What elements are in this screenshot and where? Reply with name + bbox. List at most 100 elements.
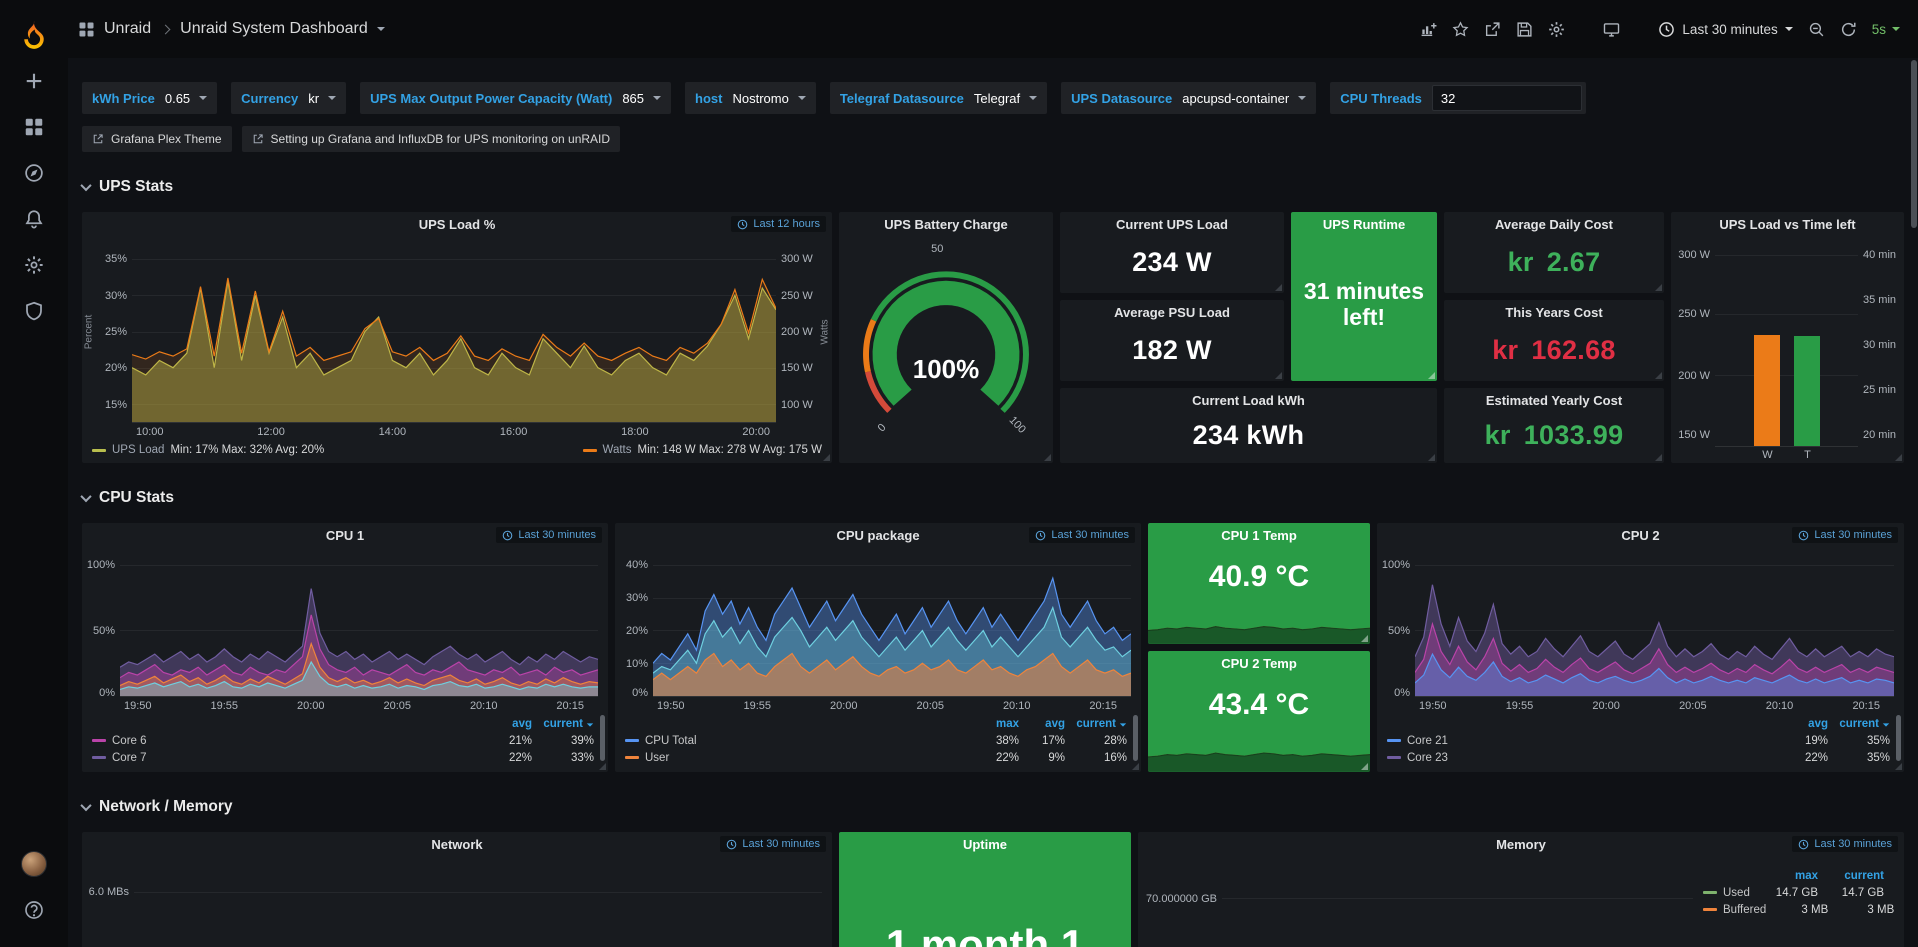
memory-chart[interactable] (1222, 861, 1693, 947)
caret-down-icon (1883, 723, 1889, 726)
user-avatar (21, 851, 47, 877)
template-variables-row: kWh Price 0.65 Currency kr UPS Max Outpu… (82, 82, 1904, 114)
refresh-button[interactable] (1840, 21, 1857, 38)
variable-dropdown[interactable]: kr (298, 82, 346, 114)
navbar-actions: Last 30 minutes 5s (1420, 21, 1900, 38)
caret-down-icon (798, 96, 806, 100)
ups-load-chart[interactable] (132, 241, 776, 423)
refresh-interval-picker[interactable]: 5s (1872, 22, 1900, 37)
sidebar-item-dashboards[interactable] (0, 104, 68, 150)
link-ups-monitoring-guide[interactable]: Setting up Grafana and InfluxDB for UPS … (242, 126, 621, 152)
chevron-down-icon (80, 800, 91, 811)
sidebar-item-profile[interactable] (0, 841, 68, 887)
legend-series-toggle[interactable]: Core 23 (1387, 752, 1776, 764)
page-scrollbar[interactable] (1911, 60, 1917, 940)
variable-label: kWh Price (92, 91, 155, 106)
share-button[interactable] (1484, 21, 1501, 38)
variable-dropdown[interactable]: apcupsd-container (1172, 82, 1316, 114)
legend-series-toggle[interactable]: Core 21 (1387, 735, 1776, 747)
sidebar-item-create[interactable] (0, 58, 68, 104)
dashboard-settings-button[interactable] (1548, 21, 1565, 38)
legend-scrollbar[interactable] (1896, 715, 1901, 761)
help-icon (24, 900, 44, 920)
legend-col-avg[interactable]: avg (1019, 718, 1065, 730)
legend-series-toggle[interactable]: CPU Total (625, 735, 969, 747)
legend-scrollbar[interactable] (1133, 715, 1138, 761)
panel-average-daily-cost: Average Daily Cost kr2.67 (1444, 212, 1664, 293)
network-chart[interactable] (134, 861, 822, 947)
legend-col-current[interactable]: current (1818, 870, 1884, 882)
legend-item-ups-load[interactable]: UPS Load Min: 17% Max: 32% Avg: 20% (92, 444, 324, 456)
sidebar-item-help[interactable] (0, 887, 68, 933)
y-axis-ticks-left: 100% 50% 0% (82, 552, 120, 697)
section-header-ups-stats[interactable]: UPS Stats (82, 174, 1904, 200)
legend-row: CPU Total 38% 17% 28% (625, 732, 1127, 749)
variable-dropdown[interactable]: 865 (612, 82, 671, 114)
variable-currency: Currency kr (231, 82, 346, 114)
navbar: Unraid Unraid System Dashboard (68, 0, 1918, 58)
star-button[interactable] (1452, 21, 1469, 38)
grafana-logo[interactable] (0, 10, 68, 58)
ups-bars-chart[interactable] (1715, 243, 1858, 447)
gear-icon (24, 255, 44, 275)
legend-col-current[interactable]: current (1065, 718, 1127, 730)
legend-col-max[interactable]: max (969, 718, 1019, 730)
variable-host: host Nostromo (685, 82, 816, 114)
legend-series-toggle[interactable]: User (625, 752, 969, 764)
link-grafana-plex-theme[interactable]: Grafana Plex Theme (82, 126, 232, 152)
legend-scrollbar[interactable] (600, 715, 605, 761)
zoom-out-button[interactable] (1808, 21, 1825, 38)
panel-current-ups-load: Current UPS Load 234 W (1060, 212, 1284, 293)
legend-series-toggle[interactable]: Used (1703, 887, 1756, 899)
legend-series-toggle[interactable]: Buffered (1703, 904, 1766, 916)
cpu2-chart[interactable] (1415, 552, 1894, 697)
stat-value: 234 kWh (1060, 413, 1437, 463)
caret-down-icon (1892, 27, 1900, 31)
variable-text-input[interactable] (1432, 85, 1582, 111)
section-header-cpu-stats[interactable]: CPU Stats (82, 485, 1904, 511)
variable-dropdown[interactable]: 0.65 (155, 82, 217, 114)
legend-col-current[interactable]: current (532, 718, 594, 730)
y-axis-title-right: Watts (818, 241, 832, 423)
sidebar-item-explore[interactable] (0, 150, 68, 196)
legend-series-toggle[interactable]: Core 6 (92, 735, 480, 747)
scrollbar-thumb[interactable] (1911, 60, 1917, 228)
section-header-network-memory[interactable]: Network / Memory (82, 794, 1904, 820)
sidebar-item-alerting[interactable] (0, 196, 68, 242)
dashboard-title[interactable]: Unraid System Dashboard (180, 20, 368, 38)
battery-gauge[interactable]: 100% 0 50 100 (853, 237, 1039, 453)
add-panel-button[interactable] (1420, 21, 1437, 38)
monitor-icon (1603, 21, 1620, 38)
variable-telegraf-datasource: Telegraf Datasource Telegraf (830, 82, 1047, 114)
legend-col-current[interactable]: current (1828, 718, 1890, 730)
panel-memory: Memory Last 30 minutes 70.000000 GB 60.0… (1138, 832, 1904, 947)
time-range-picker[interactable]: Last 30 minutes (1658, 21, 1792, 38)
legend-item-watts[interactable]: Watts Min: 148 W Max: 278 W Avg: 175 W (583, 444, 822, 456)
breadcrumb-folder[interactable]: Unraid (104, 20, 151, 38)
caret-down-icon (1785, 27, 1793, 31)
panel-ups-battery-charge: UPS Battery Charge 100% 0 50 100 (839, 212, 1053, 463)
stat-value: kr162.68 (1444, 325, 1664, 381)
save-dashboard-button[interactable] (1516, 21, 1533, 38)
legend-col-avg[interactable]: avg (480, 718, 532, 730)
clock-icon (1658, 21, 1675, 38)
legend-col-avg[interactable]: avg (1776, 718, 1828, 730)
variable-dropdown[interactable]: Telegraf (964, 82, 1047, 114)
cpu-package-chart[interactable] (653, 552, 1131, 697)
legend-series-toggle[interactable]: Core 7 (92, 752, 480, 764)
caret-down-icon[interactable] (377, 27, 385, 31)
kiosk-mode-button[interactable] (1603, 21, 1620, 38)
variable-cpu-threads: CPU Threads (1330, 82, 1586, 114)
sidebar-item-configuration[interactable] (0, 242, 68, 288)
legend-col-max[interactable]: max (1756, 870, 1818, 882)
panel-title[interactable]: UPS Load % (82, 217, 832, 232)
sidebar-item-server-admin[interactable] (0, 288, 68, 334)
refresh-interval-label: 5s (1872, 22, 1886, 37)
series-swatch (583, 449, 597, 452)
legend-row: Used 14.7 GB 14.7 GB (1703, 884, 1884, 901)
section-title: UPS Stats (99, 178, 173, 196)
caret-down-icon (328, 96, 336, 100)
variable-dropdown[interactable]: Nostromo (722, 82, 815, 114)
cpu1-chart[interactable] (120, 552, 598, 697)
panel-title[interactable]: UPS Battery Charge (839, 217, 1053, 232)
